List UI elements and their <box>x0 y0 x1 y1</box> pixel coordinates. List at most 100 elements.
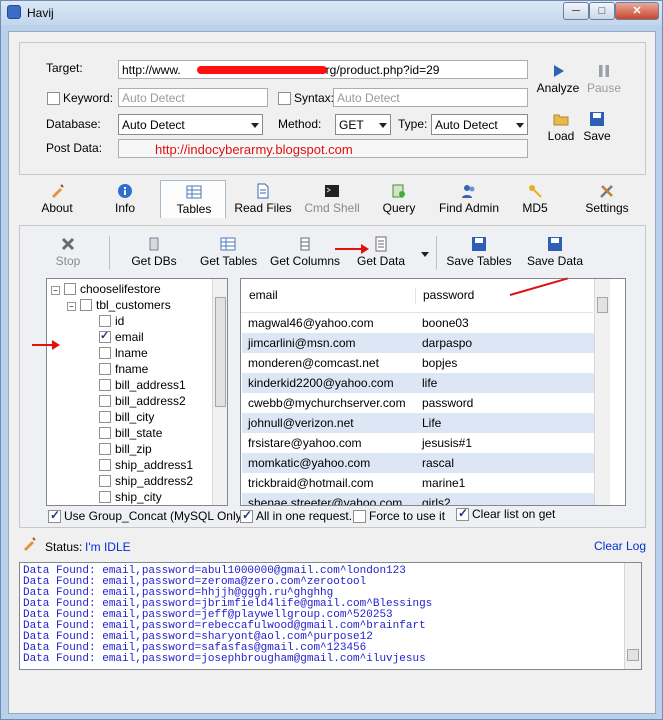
method-select[interactable]: GET <box>335 114 391 135</box>
column-checkbox[interactable] <box>99 491 111 503</box>
column-checkbox-checked[interactable] <box>99 329 111 343</box>
save-label: Save <box>583 129 611 143</box>
pause-label: Pause <box>586 81 622 95</box>
syntax-input[interactable]: Auto Detect <box>333 88 528 107</box>
table-row[interactable]: shenae.streeter@yahoo.com girls2 <box>242 493 594 505</box>
force-checkbox[interactable] <box>353 510 366 523</box>
tree-column-item[interactable]: ship_city <box>99 490 162 504</box>
cell-email: cwebb@mychurchserver.com <box>248 396 406 410</box>
grid-header-password[interactable]: password <box>423 288 474 302</box>
load-button[interactable]: Load <box>546 111 576 143</box>
clear-list-checkbox[interactable] <box>456 506 469 521</box>
tree-column-item[interactable]: bill_state <box>99 426 162 440</box>
stop-x-icon <box>61 237 75 251</box>
collapse-icon[interactable]: − <box>67 302 76 311</box>
tab-tables[interactable]: Tables <box>169 184 219 216</box>
tree-column-item[interactable]: ship_address2 <box>99 474 193 488</box>
table-row[interactable]: momkatic@yahoo.com rascal <box>242 453 594 473</box>
collapse-icon[interactable]: − <box>51 286 60 295</box>
maximize-button[interactable]: □ <box>589 2 615 20</box>
analyze-button[interactable]: Analyze <box>536 63 580 95</box>
table-row[interactable]: cwebb@mychurchserver.com password <box>242 393 594 413</box>
group-concat-checkbox[interactable] <box>48 508 61 523</box>
column-checkbox[interactable] <box>99 475 111 487</box>
table-row[interactable]: jimcarlini@msn.com darpaspo <box>242 333 594 353</box>
table-row[interactable]: magwal46@yahoo.com boone03 <box>242 313 594 333</box>
floppy-disk-icon <box>590 112 604 126</box>
tab-info[interactable]: Info <box>105 183 145 215</box>
tree-column-item[interactable]: bill_zip <box>99 442 152 456</box>
table-row[interactable]: frsistare@yahoo.com jesusis#1 <box>242 433 594 453</box>
tree-column-item[interactable]: id <box>99 314 124 328</box>
stop-button[interactable]: Stop <box>53 236 83 268</box>
tree-scrollbar[interactable] <box>212 279 227 505</box>
tab-md5[interactable]: MD5 <box>517 183 553 215</box>
log-output[interactable]: Data Found: email,password=abul1000000@g… <box>19 562 642 670</box>
syntax-checkbox[interactable] <box>278 92 291 105</box>
column-checkbox[interactable] <box>99 315 111 327</box>
all-in-one-checkbox[interactable] <box>240 508 253 523</box>
column-label: bill_city <box>115 410 155 424</box>
keyword-input[interactable]: Auto Detect <box>118 88 268 107</box>
log-scroll-thumb[interactable] <box>627 649 639 661</box>
clear-log-link[interactable]: Clear Log <box>594 539 646 553</box>
chevron-down-icon <box>516 123 524 128</box>
column-label: bill_state <box>115 426 163 440</box>
column-checkbox[interactable] <box>99 443 111 455</box>
tree-table-node[interactable]: − tbl_customers <box>67 298 171 312</box>
column-checkbox[interactable] <box>99 427 111 439</box>
data-grid[interactable]: email password magwal46@yahoo.com boone03… <box>240 278 626 506</box>
tab-settings[interactable]: Settings <box>581 183 633 215</box>
minimize-button[interactable]: ─ <box>563 2 589 20</box>
pause-button[interactable]: Pause <box>584 63 624 95</box>
tree-column-item[interactable]: fname <box>99 362 148 376</box>
tab-about[interactable]: About <box>31 183 83 215</box>
tree-db-node[interactable]: − chooselifestore <box>51 282 161 296</box>
column-checkbox[interactable] <box>99 459 111 471</box>
title-bar[interactable]: Havij ─ □ ✕ <box>1 1 662 25</box>
grid-scrollbar[interactable] <box>594 279 610 505</box>
column-checkbox[interactable] <box>99 363 111 375</box>
tree-column-item[interactable]: lname <box>99 346 148 360</box>
get-data-dropdown-icon[interactable] <box>421 252 429 257</box>
cell-password: marine1 <box>422 476 466 490</box>
tree-column-item[interactable]: bill_city <box>99 410 154 424</box>
table-row[interactable]: monderen@comcast.net bopjes <box>242 353 594 373</box>
save-tables-button[interactable]: Save Tables <box>446 236 512 268</box>
tree-column-item[interactable]: email <box>99 329 144 344</box>
database-select[interactable]: Auto Detect <box>118 114 263 135</box>
type-select[interactable]: Auto Detect <box>431 114 528 135</box>
load-label: Load <box>547 129 575 143</box>
save-data-button[interactable]: Save Data <box>526 236 584 268</box>
save-button[interactable]: Save <box>582 111 612 143</box>
keyword-checkbox[interactable] <box>47 92 60 105</box>
log-scrollbar[interactable] <box>624 563 641 669</box>
tab-read-files[interactable]: Read Files <box>233 183 293 215</box>
schema-tree[interactable]: −chooselifestore −tbl_customers id email… <box>46 278 228 506</box>
grid-header-email[interactable]: email <box>249 288 278 302</box>
target-url-input[interactable]: http://www. org/product.php?id=29 <box>118 60 528 79</box>
column-checkbox[interactable] <box>99 379 111 391</box>
column-checkbox[interactable] <box>99 347 111 359</box>
tab-cmd-shell[interactable]: Cmd Shell <box>301 183 363 215</box>
table-row[interactable]: trickbraid@hotmail.com marine1 <box>242 473 594 493</box>
close-button[interactable]: ✕ <box>615 2 659 20</box>
get-columns-button[interactable]: Get Columns <box>270 236 340 268</box>
tree-db-checkbox[interactable] <box>64 283 76 295</box>
post-data-input[interactable]: http://indocyberarmy.blogspot.com <box>118 139 528 158</box>
tree-column-item[interactable]: bill_address1 <box>99 378 186 392</box>
get-dbs-button[interactable]: Get DBs <box>130 236 178 268</box>
tree-column-item[interactable]: bill_address2 <box>99 394 186 408</box>
column-checkbox[interactable] <box>99 411 111 423</box>
tab-query[interactable]: Query <box>377 183 421 215</box>
grid-scroll-thumb[interactable] <box>597 297 608 313</box>
table-row[interactable]: johnull@verizon.net Life <box>242 413 594 433</box>
tree-column-item[interactable]: ship_address1 <box>99 458 193 472</box>
tab-find-admin[interactable]: Find Admin <box>433 183 505 215</box>
column-checkbox[interactable] <box>99 395 111 407</box>
get-tables-button[interactable]: Get Tables <box>200 236 257 268</box>
tree-scroll-thumb[interactable] <box>215 297 226 407</box>
table-row[interactable]: kinderkid2200@yahoo.com life <box>242 373 594 393</box>
floppy-disk-icon <box>548 237 562 251</box>
tree-table-checkbox[interactable] <box>80 299 92 311</box>
